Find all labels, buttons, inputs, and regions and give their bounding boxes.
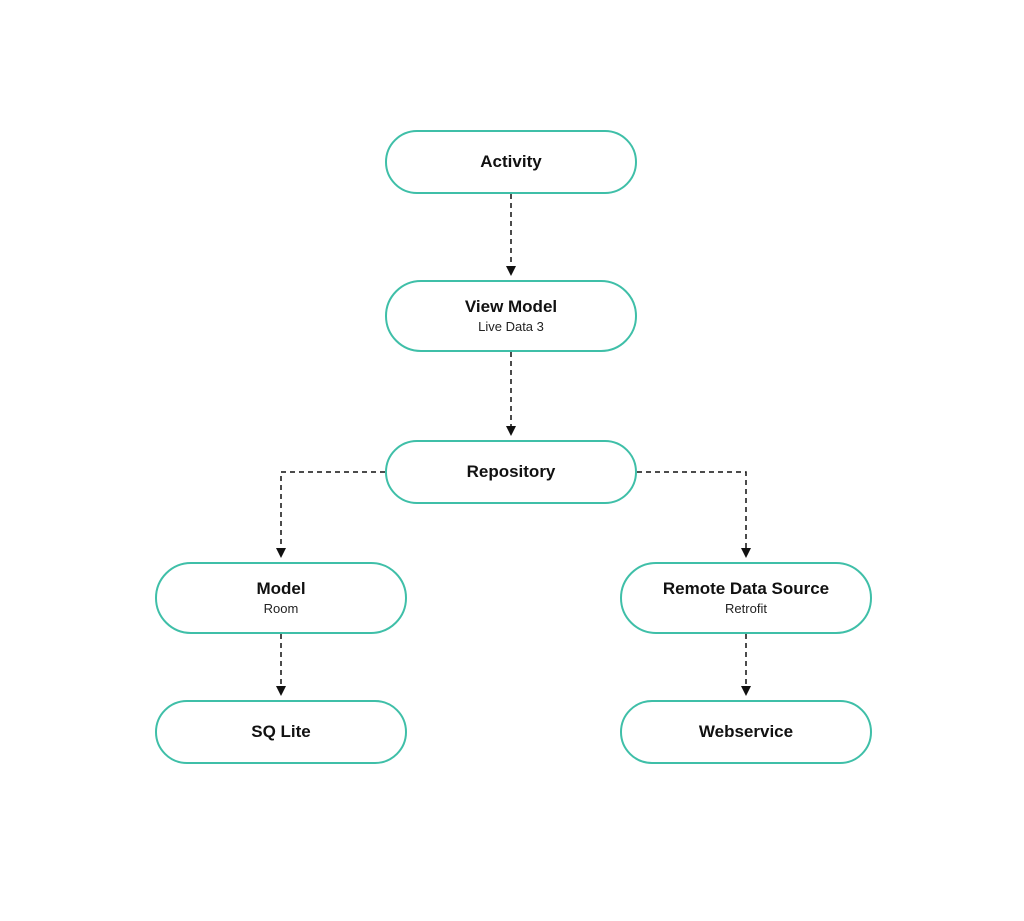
node-activity: Activity bbox=[385, 130, 637, 194]
node-subtitle: Retrofit bbox=[725, 601, 767, 617]
node-title: Model bbox=[256, 579, 305, 599]
node-model: Model Room bbox=[155, 562, 407, 634]
edge-repository-remote bbox=[637, 472, 746, 554]
node-title: Activity bbox=[480, 152, 541, 172]
node-title: Webservice bbox=[699, 722, 793, 742]
node-title: SQ Lite bbox=[251, 722, 311, 742]
node-title: Remote Data Source bbox=[663, 579, 829, 599]
node-remote: Remote Data Source Retrofit bbox=[620, 562, 872, 634]
node-subtitle: Live Data 3 bbox=[478, 319, 544, 335]
architecture-diagram: Activity View Model Live Data 3 Reposito… bbox=[0, 0, 1024, 921]
node-webservice: Webservice bbox=[620, 700, 872, 764]
node-subtitle: Room bbox=[264, 601, 299, 617]
edge-repository-model bbox=[281, 472, 385, 554]
node-repository: Repository bbox=[385, 440, 637, 504]
node-sqlite: SQ Lite bbox=[155, 700, 407, 764]
node-title: Repository bbox=[467, 462, 556, 482]
node-viewmodel: View Model Live Data 3 bbox=[385, 280, 637, 352]
node-title: View Model bbox=[465, 297, 557, 317]
